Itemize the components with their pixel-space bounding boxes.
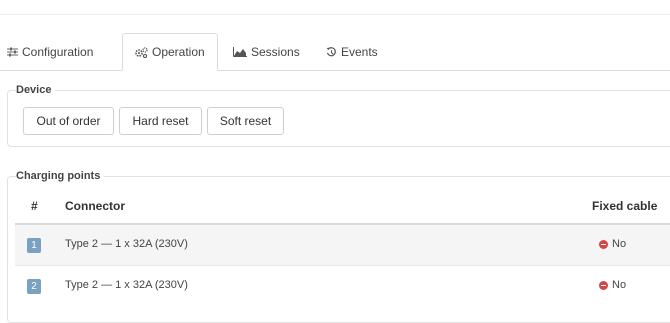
fixed-cable-value: No	[612, 238, 627, 250]
tab-operation[interactable]: Operation	[122, 33, 218, 71]
device-legend: Device	[16, 83, 56, 97]
row-number-badge: 1	[27, 238, 41, 253]
fixed-cable-status: No	[599, 279, 626, 291]
table-row[interactable]: 2 Type 2 — 1 x 32A (230V) No	[15, 265, 670, 306]
tab-bar: Configuration Operation Sessions Events	[0, 33, 670, 71]
tab-label: Events	[341, 45, 378, 59]
fixed-cable-status: No	[599, 238, 626, 250]
charging-points-legend: Charging points	[16, 169, 105, 183]
tab-events[interactable]: Events	[326, 33, 378, 71]
column-header-fixed-cable: Fixed cable	[592, 199, 658, 213]
minus-circle-icon	[599, 280, 608, 290]
tab-configuration[interactable]: Configuration	[7, 33, 93, 71]
area-chart-icon	[233, 47, 247, 57]
sliders-icon	[7, 47, 18, 57]
connector-value: Type 2 — 1 x 32A (230V)	[65, 279, 188, 291]
tab-label: Operation	[152, 45, 205, 59]
tab-label: Sessions	[251, 45, 300, 59]
charging-points-fieldset: Charging points # Connector Fixed cable …	[7, 169, 670, 323]
history-icon	[326, 46, 337, 58]
column-header-connector: Connector	[65, 199, 125, 213]
connector-value: Type 2 — 1 x 32A (230V)	[65, 238, 188, 250]
table-row[interactable]: 1 Type 2 — 1 x 32A (230V) No	[15, 225, 670, 265]
tab-label: Configuration	[22, 45, 94, 59]
minus-circle-icon	[599, 239, 608, 249]
row-number-badge: 2	[27, 279, 41, 294]
hard-reset-button[interactable]: Hard reset	[119, 107, 202, 135]
fixed-cable-value: No	[612, 279, 627, 291]
soft-reset-button[interactable]: Soft reset	[207, 107, 284, 135]
column-header-number: #	[31, 199, 38, 213]
device-fieldset: Device Out of order Hard reset Soft rese…	[7, 83, 670, 147]
tab-sessions[interactable]: Sessions	[233, 33, 300, 71]
cogs-icon	[135, 46, 148, 58]
top-divider	[0, 14, 670, 15]
out-of-order-button[interactable]: Out of order	[23, 107, 114, 135]
